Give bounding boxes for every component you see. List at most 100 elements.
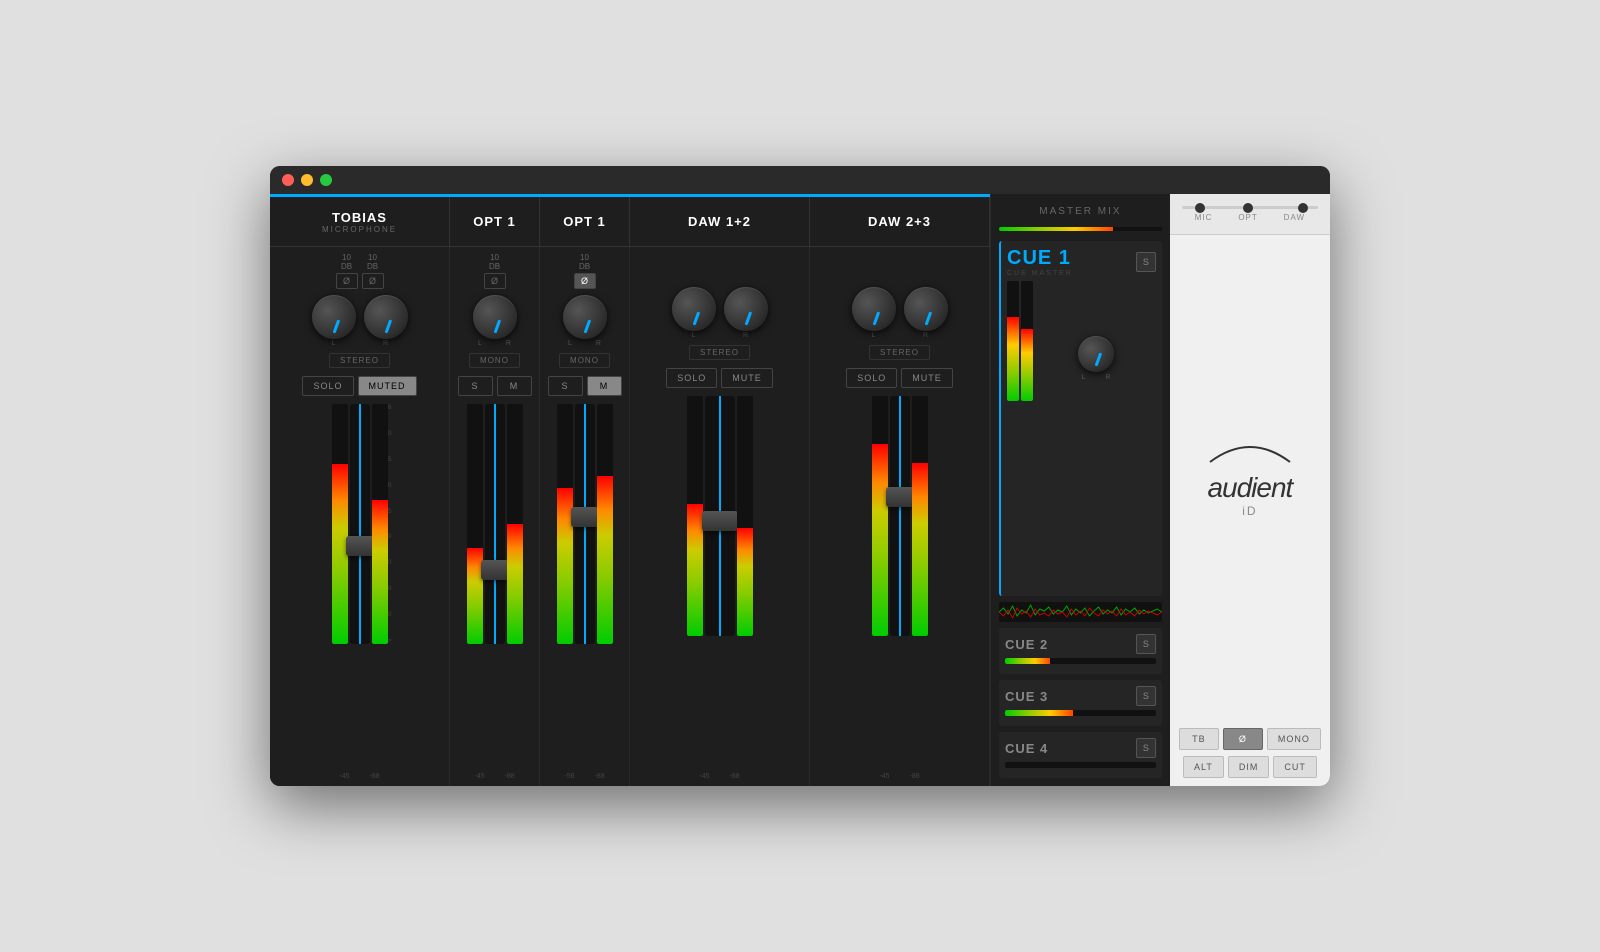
opt1b-meter-r — [597, 404, 613, 644]
daw12-strip: L R STEREO SOLO MUTE — [630, 247, 810, 786]
opt1a-knob[interactable] — [473, 295, 517, 339]
cue1-subtitle: CUE MASTER — [1007, 270, 1073, 277]
opt1a-meter-r — [507, 404, 523, 644]
cue2-meter — [1005, 658, 1156, 664]
cue4-meter — [1005, 762, 1156, 768]
dim-btn[interactable]: DIM — [1228, 756, 1270, 778]
tobias-knob-r[interactable] — [364, 295, 408, 339]
opt1a-fader[interactable] — [485, 404, 505, 644]
maximize-dot[interactable] — [320, 174, 332, 186]
opt1a-gain-row: 10DB Ø — [454, 253, 535, 289]
app-body: TOBIAS MICROPHONE OPT 1 OPT 1 DAW 1+2 DA… — [270, 194, 1330, 786]
opt1a-header: OPT 1 — [450, 197, 540, 246]
daw12-fader-thumb[interactable] — [702, 511, 738, 531]
daw23-header: DAW 2+3 — [810, 197, 990, 246]
tobias-knob-l-wrap: L — [312, 295, 356, 347]
opt1a-meter-fader — [467, 404, 523, 644]
tobias-meter-fader: +60-5101520304050∞ — [332, 404, 388, 644]
daw12-solo-btn[interactable]: SOLO — [666, 368, 717, 388]
opt1a-s-btn[interactable]: S — [458, 376, 493, 396]
daw12-fader[interactable] — [705, 396, 735, 636]
tobias-name: TOBIAS — [332, 210, 387, 225]
daw12-meter-r-fill — [737, 528, 753, 636]
tobias-solo-btn[interactable]: SOLO — [302, 376, 353, 396]
daw12-meter-l — [687, 396, 703, 636]
opt1b-knob[interactable] — [563, 295, 607, 339]
opt1b-m-btn[interactable]: M — [587, 376, 622, 396]
cue2-meter-fill — [1005, 658, 1050, 664]
tobias-fader-l-thumb[interactable] — [346, 536, 374, 556]
cue2-s-btn[interactable]: S — [1136, 634, 1156, 654]
cue4-section: CUE 4 S — [999, 732, 1162, 778]
daw23-knob-row: L R — [814, 287, 985, 339]
daw23-meter-l-fill — [872, 444, 888, 636]
opt1b-bottom-db: -56-88 — [544, 773, 625, 780]
daw23-fader[interactable] — [890, 396, 910, 636]
daw12-header: DAW 1+2 — [630, 197, 810, 246]
monitor-thumb-opt[interactable] — [1243, 203, 1253, 213]
opt1b-strip: 10DB Ø L R MONO — [540, 247, 630, 786]
tobias-gain1-label: 10DB — [341, 253, 352, 271]
daw12-mode: STEREO — [689, 345, 750, 360]
daw23-knob-l[interactable] — [852, 287, 896, 331]
daw23-mute-btn[interactable]: MUTE — [901, 368, 953, 388]
tobias-mute-btn[interactable]: MUTED — [358, 376, 417, 396]
alt-btn[interactable]: ALT — [1183, 756, 1224, 778]
monitor-thumb-daw[interactable] — [1298, 203, 1308, 213]
daw23-solo-btn[interactable]: SOLO — [846, 368, 897, 388]
cue1-master-knob[interactable] — [1078, 336, 1114, 372]
opt1a-fader-thumb[interactable] — [481, 560, 509, 580]
cue1-section: CUE 1 CUE MASTER S — [999, 241, 1162, 596]
cut-btn[interactable]: CUT — [1273, 756, 1317, 778]
tobias-knob-l[interactable] — [312, 295, 356, 339]
opt1b-fader[interactable] — [575, 404, 595, 644]
waveform-svg — [999, 602, 1162, 622]
tobias-fader-l[interactable]: +60-5101520304050∞ — [350, 404, 370, 644]
opt1a-name: OPT 1 — [473, 214, 516, 229]
daw23-knob-r[interactable] — [904, 287, 948, 331]
daw23-knob-l-wrap: L — [852, 287, 896, 339]
opt1a-mode: MONO — [469, 353, 520, 368]
daw23-knob-r-wrap: R — [904, 287, 948, 339]
daw23-solo-mute: SOLO MUTE — [846, 368, 953, 388]
opt1a-phase-btn[interactable]: Ø — [484, 273, 506, 289]
cue3-title: CUE 3 — [1005, 689, 1048, 704]
opt1a-m-btn[interactable]: M — [497, 376, 532, 396]
opt1b-fader-area — [544, 400, 625, 771]
close-dot[interactable] — [282, 174, 294, 186]
opt1b-solo-mute: S M — [548, 376, 622, 396]
daw12-mute-btn[interactable]: MUTE — [721, 368, 773, 388]
opt1a-strip: 10DB Ø L R MONO — [450, 247, 540, 786]
opt1a-knob-wrap: L R — [473, 295, 517, 347]
daw23-fader-thumb[interactable] — [886, 487, 914, 507]
daw12-meter-r — [737, 396, 753, 636]
daw12-knob-l-wrap: L — [672, 287, 716, 339]
daw12-knob-r[interactable] — [724, 287, 768, 331]
tobias-phase2-btn[interactable]: Ø — [362, 273, 384, 289]
tobias-phase1-btn[interactable]: Ø — [336, 273, 358, 289]
tb-btn[interactable]: TB — [1179, 728, 1219, 750]
opt1b-knob-row: L R — [544, 295, 625, 347]
audient-id-text: iD — [1200, 504, 1300, 518]
tobias-knob-row: L R — [274, 295, 445, 347]
tobias-fader-l-line — [359, 404, 361, 644]
monitor-thumb-mic[interactable] — [1195, 203, 1205, 213]
cue4-s-btn[interactable]: S — [1136, 738, 1156, 758]
cue1-title: CUE 1 — [1007, 247, 1073, 270]
opt1b-knob-wrap: L R — [563, 295, 607, 347]
monitor-track[interactable] — [1182, 206, 1318, 209]
cue3-s-btn[interactable]: S — [1136, 686, 1156, 706]
daw12-knob-l[interactable] — [672, 287, 716, 331]
phase-btn[interactable]: Ø — [1223, 728, 1263, 750]
mono-btn[interactable]: MONO — [1267, 728, 1321, 750]
opt1b-name: OPT 1 — [563, 214, 606, 229]
cue1-s-btn[interactable]: S — [1136, 252, 1156, 272]
daw12-knob-r-wrap: R — [724, 287, 768, 339]
opt1b-fader-thumb[interactable] — [571, 507, 599, 527]
mic-label: MIC — [1195, 213, 1213, 222]
cue1-meter-r — [1021, 281, 1033, 401]
tobias-gain-row: 10DB Ø 10DB Ø — [274, 253, 445, 289]
opt1b-phase-btn[interactable]: Ø — [574, 273, 596, 289]
opt1b-s-btn[interactable]: S — [548, 376, 583, 396]
minimize-dot[interactable] — [301, 174, 313, 186]
